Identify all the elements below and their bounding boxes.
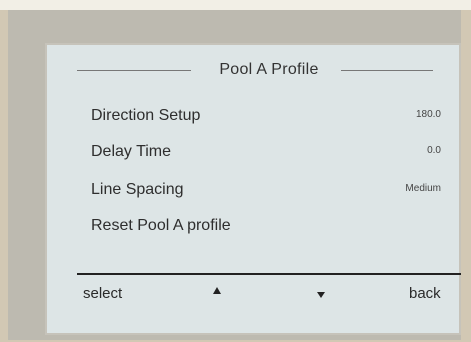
title-rule-right	[341, 70, 433, 71]
menu-item-direction-setup[interactable]: Direction Setup 180.0	[91, 105, 441, 131]
scroll-up-softkey[interactable]	[213, 283, 221, 294]
menu-item-delay-time[interactable]: Delay Time 0.0	[91, 141, 441, 167]
menu-item-label: Reset Pool A profile	[91, 217, 231, 234]
triangle-down-icon	[317, 292, 325, 298]
lcd-screen: Pool A Profile Direction Setup 180.0 Del…	[45, 43, 461, 335]
menu-item-value: 180.0	[415, 109, 441, 120]
title-rule-left	[77, 70, 191, 71]
device-bezel: Pool A Profile Direction Setup 180.0 Del…	[8, 10, 461, 340]
screen-title-row: Pool A Profile	[77, 55, 433, 85]
menu-item-label: Line Spacing	[91, 181, 184, 198]
back-softkey[interactable]: back	[409, 285, 441, 302]
menu-item-value: 0.0	[427, 145, 441, 156]
screen-title: Pool A Profile	[219, 61, 319, 78]
select-softkey[interactable]: select	[83, 285, 122, 302]
menu-item-label: Delay Time	[91, 143, 172, 160]
menu-item-line-spacing[interactable]: Line Spacing Medium	[91, 179, 441, 205]
triangle-up-icon	[213, 287, 221, 294]
top-strip	[0, 0, 471, 10]
softkey-divider	[77, 273, 461, 275]
menu-item-value: Medium	[405, 183, 441, 194]
softkey-bar: select back	[47, 283, 459, 309]
menu-item-reset-profile[interactable]: Reset Pool A profile	[91, 215, 441, 241]
menu-item-label: Direction Setup	[91, 107, 201, 124]
scroll-down-softkey[interactable]	[317, 285, 325, 298]
